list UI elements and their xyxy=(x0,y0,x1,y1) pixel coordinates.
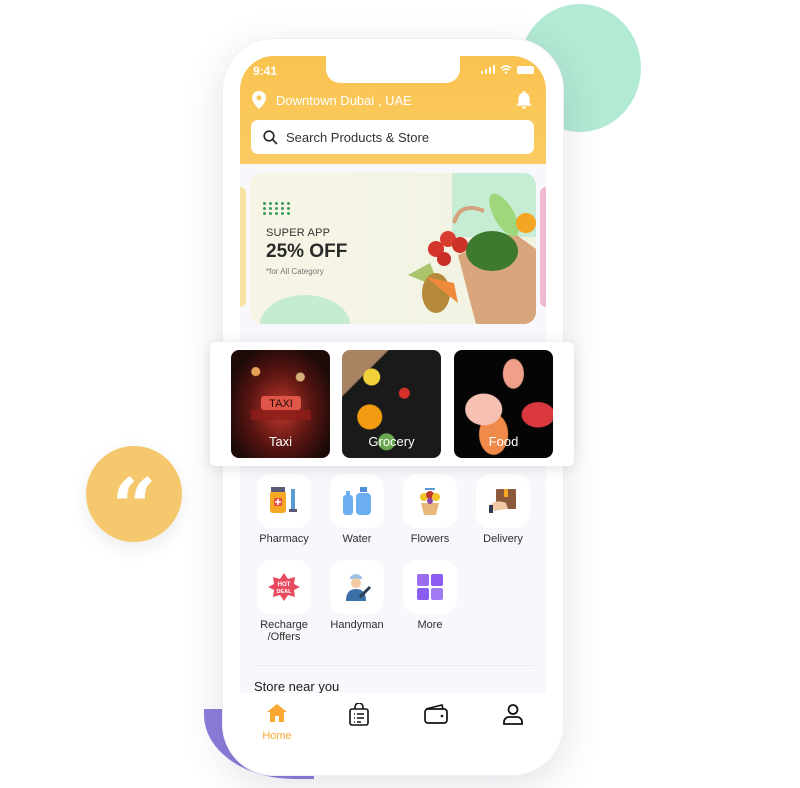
service-handyman[interactable]: Handyman xyxy=(322,560,392,631)
service-recharge-offers[interactable]: HOT DEAL Recharge /Offers xyxy=(249,560,319,643)
service-label: More xyxy=(417,619,443,631)
handyman-icon xyxy=(346,574,372,601)
section-divider xyxy=(254,665,534,666)
category-card: TAXI Taxi Grocery Food xyxy=(210,342,574,466)
quote-badge: “ xyxy=(86,446,182,547)
banner-kicker: SUPER APP xyxy=(266,227,331,239)
service-delivery[interactable]: Delivery xyxy=(468,474,538,545)
service-pharmacy[interactable]: Pharmacy xyxy=(249,474,319,545)
delivery-box-icon xyxy=(489,489,516,513)
service-label: Pharmacy xyxy=(259,533,309,545)
status-icons xyxy=(480,65,534,74)
app-header: 9:41 Downtown Dubai , UAE Search Product… xyxy=(240,56,546,164)
tab-orders[interactable] xyxy=(329,702,389,732)
category-grocery[interactable]: Grocery xyxy=(342,350,441,458)
tab-profile[interactable] xyxy=(483,703,543,730)
bottom-tab-bar: Home xyxy=(240,693,546,756)
carousel-next-peek[interactable] xyxy=(540,187,546,307)
svg-text:HOT: HOT xyxy=(278,582,291,588)
pharmacy-icon xyxy=(270,487,297,513)
grid-icon xyxy=(417,574,443,600)
service-label: Delivery xyxy=(483,533,523,545)
location-selector[interactable]: Downtown Dubai , UAE xyxy=(252,91,412,109)
flower-basket-icon xyxy=(420,488,440,515)
search-placeholder: Search Products & Store xyxy=(286,129,430,145)
banner-decor-circle xyxy=(260,295,350,324)
location-text: Downtown Dubai , UAE xyxy=(276,92,412,108)
service-water[interactable]: Water xyxy=(322,474,392,545)
category-taxi[interactable]: TAXI Taxi xyxy=(231,350,330,458)
grocery-bag-image xyxy=(408,193,536,324)
service-flowers[interactable]: Flowers xyxy=(395,474,465,545)
signal-icon xyxy=(480,65,495,74)
phone-notch xyxy=(326,56,460,83)
category-label: Taxi xyxy=(268,434,293,449)
section-title: Store near you xyxy=(254,679,340,694)
wifi-icon xyxy=(500,65,512,74)
water-bottle-icon xyxy=(343,487,371,515)
service-label: Handyman xyxy=(330,619,384,631)
battery-icon xyxy=(517,65,534,74)
tab-home[interactable]: Home xyxy=(247,703,307,742)
hot-deal-icon: HOTDEAL xyxy=(268,573,300,601)
service-label: Flowers xyxy=(410,533,450,545)
search-input[interactable]: Search Products & Store xyxy=(251,120,534,154)
home-icon xyxy=(267,704,287,722)
wallet-icon xyxy=(424,704,448,724)
map-pin-icon xyxy=(252,91,266,109)
promo-banner[interactable]: SUPER APP 25% OFF *for All Category xyxy=(250,173,536,324)
service-more[interactable]: More xyxy=(395,560,465,631)
carousel-prev-peek[interactable] xyxy=(240,187,246,307)
category-food[interactable]: Food xyxy=(454,350,553,458)
service-label: Water xyxy=(342,533,372,545)
category-label: Grocery xyxy=(368,434,415,449)
status-time: 9:41 xyxy=(253,64,278,78)
category-label: Food xyxy=(488,434,519,449)
service-label: Recharge /Offers xyxy=(260,619,308,643)
quote-icon: “ xyxy=(111,462,157,553)
profile-icon xyxy=(503,704,523,725)
svg-text:DEAL: DEAL xyxy=(277,589,293,595)
search-icon xyxy=(263,129,278,145)
tab-wallet[interactable] xyxy=(406,703,466,730)
banner-headline: 25% OFF xyxy=(266,241,348,262)
tab-label: Home xyxy=(262,730,292,742)
banner-note: *for All Category xyxy=(266,267,324,276)
svg-text:TAXI: TAXI xyxy=(269,398,293,410)
dot-pattern-icon xyxy=(263,202,290,215)
notification-bell-icon[interactable] xyxy=(516,91,532,109)
orders-bag-icon xyxy=(349,702,369,726)
